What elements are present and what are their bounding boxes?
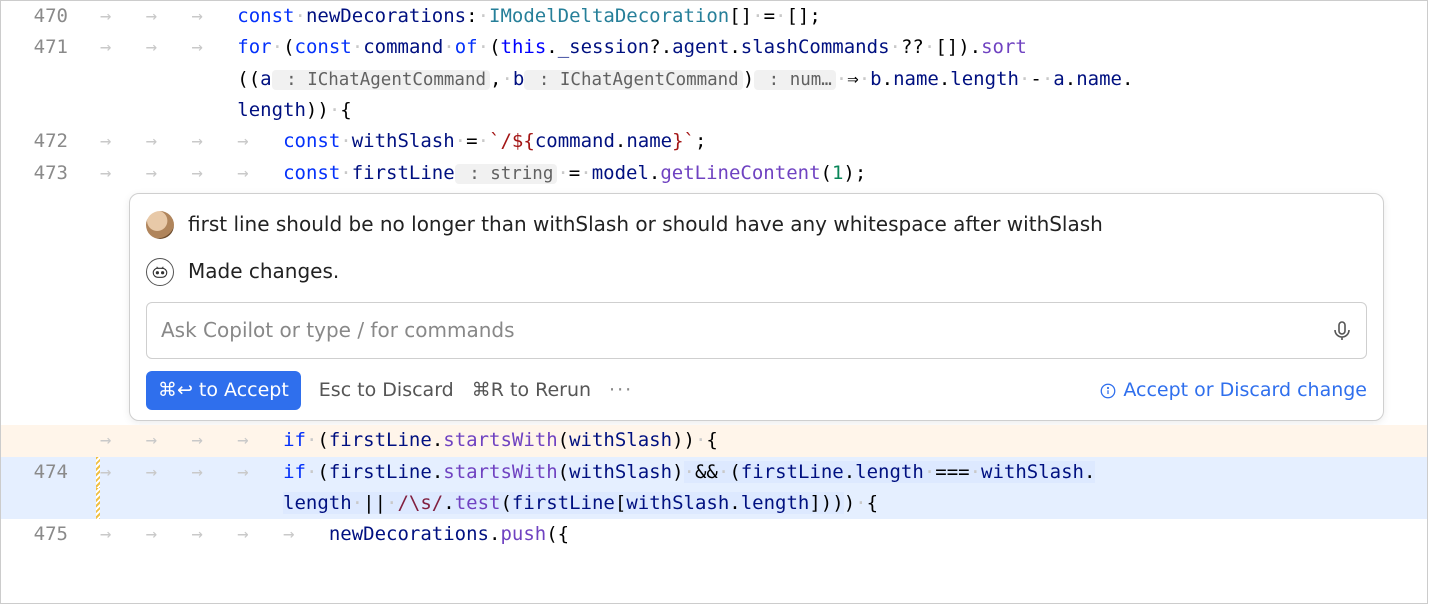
chat-input[interactable] xyxy=(159,313,1330,348)
code-line: 470 → → → const·newDecorations:·IModelDe… xyxy=(1,1,1427,32)
line-number: 473 xyxy=(1,158,96,189)
user-avatar-icon xyxy=(146,211,174,239)
chat-bot-row: Made changes. xyxy=(146,255,1367,288)
accept-label: to Accept xyxy=(199,375,289,406)
code-content[interactable]: → → → → const·withSlash·=·`/${command.na… xyxy=(100,126,1427,157)
discard-hint[interactable]: Esc to Discard xyxy=(319,375,454,406)
accept-key: ⌘↩︎ xyxy=(158,375,193,406)
line-number: 474 xyxy=(1,457,96,488)
line-number: 472 xyxy=(1,126,96,157)
code-content[interactable]: → → → for·(const·command·of·(this._sessi… xyxy=(100,32,1427,63)
copilot-icon xyxy=(146,258,174,286)
chat-bot-message: Made changes. xyxy=(188,255,339,288)
code-line: 472 → → → → const·withSlash·=·`/${comman… xyxy=(1,126,1427,157)
chat-footer: ⌘↩︎ to Accept Esc to Discard ⌘R to Rerun… xyxy=(146,371,1367,410)
code-content[interactable]: → → → const·newDecorations:·IModelDeltaD… xyxy=(100,1,1427,32)
code-content[interactable]: → → → → → newDecorations.push({ xyxy=(100,519,1427,550)
diff-removed-line: → → → → if·(firstLine.startsWith(withSla… xyxy=(1,425,1427,456)
code-content[interactable]: ((a : IChatAgentCommand,·b : IChatAgentC… xyxy=(100,64,1427,95)
rerun-hint[interactable]: ⌘R to Rerun xyxy=(472,375,591,406)
microphone-icon[interactable] xyxy=(1330,319,1354,343)
chat-user-message: first line should be no longer than with… xyxy=(188,208,1103,241)
code-content[interactable]: → → → → if·(firstLine.startsWith(withSla… xyxy=(100,457,1427,488)
accept-button[interactable]: ⌘↩︎ to Accept xyxy=(146,371,301,410)
diff-added-line: 474 → → → → if·(firstLine.startsWith(wit… xyxy=(1,457,1427,488)
line-number: 475 xyxy=(1,519,96,550)
code-content[interactable]: length))·{ xyxy=(100,95,1427,126)
code-line: 471 → → → for·(const·command·of·(this._s… xyxy=(1,32,1427,63)
info-icon xyxy=(1099,382,1117,400)
diff-added-line-wrap: length·||·/\s/.test(firstLine[withSlash.… xyxy=(1,488,1427,519)
more-button[interactable]: ··· xyxy=(609,375,633,406)
status-hint[interactable]: Accept or Discard change xyxy=(1099,375,1367,406)
chat-user-row: first line should be no longer than with… xyxy=(146,208,1367,241)
code-line-wrap: length))·{ xyxy=(1,95,1427,126)
code-line-wrap: ((a : IChatAgentCommand,·b : IChatAgentC… xyxy=(1,64,1427,95)
status-text: Accept or Discard change xyxy=(1123,375,1367,406)
code-content[interactable]: length·||·/\s/.test(firstLine[withSlash.… xyxy=(100,488,1427,519)
chat-input-row[interactable] xyxy=(146,302,1367,359)
line-number: 471 xyxy=(1,32,96,63)
code-line: 473 → → → → const·firstLine : string·=·m… xyxy=(1,158,1427,189)
code-content[interactable]: → → → → if·(firstLine.startsWith(withSla… xyxy=(100,425,1427,456)
code-line: 475 → → → → → newDecorations.push({ xyxy=(1,519,1427,550)
code-editor[interactable]: 470 → → → const·newDecorations:·IModelDe… xyxy=(0,0,1428,604)
code-content[interactable]: → → → → const·firstLine : string·=·model… xyxy=(100,158,1427,189)
line-number: 470 xyxy=(1,1,96,32)
inline-chat-panel: first line should be no longer than with… xyxy=(129,193,1384,421)
